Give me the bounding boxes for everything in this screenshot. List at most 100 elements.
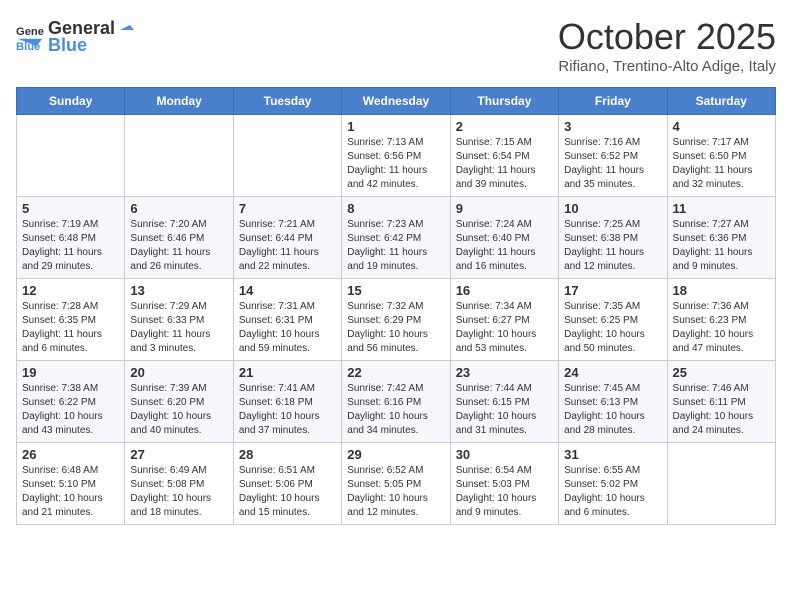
- day-info: Sunrise: 7:41 AMSunset: 6:18 PMDaylight:…: [239, 382, 336, 438]
- day-number: 12: [22, 283, 119, 298]
- calendar-cell: 4 Sunrise: 7:17 AMSunset: 6:50 PMDaylight…: [667, 115, 775, 197]
- day-number: 19: [22, 365, 119, 380]
- day-info: Sunrise: 7:29 AMSunset: 6:33 PMDaylight:…: [130, 300, 227, 356]
- day-number: 31: [564, 447, 661, 462]
- location-subtitle: Rifiano, Trentino-Alto Adige, Italy: [558, 58, 776, 75]
- day-info: Sunrise: 6:48 AMSunset: 5:10 PMDaylight:…: [22, 464, 119, 520]
- day-info: Sunrise: 6:54 AMSunset: 5:03 PMDaylight:…: [456, 464, 553, 520]
- day-number: 5: [22, 201, 119, 216]
- day-info: Sunrise: 7:36 AMSunset: 6:23 PMDaylight:…: [673, 300, 770, 356]
- day-number: 18: [673, 283, 770, 298]
- day-info: Sunrise: 7:13 AMSunset: 6:56 PMDaylight:…: [347, 136, 444, 192]
- day-number: 17: [564, 283, 661, 298]
- day-number: 25: [673, 365, 770, 380]
- day-number: 1: [347, 119, 444, 134]
- calendar-cell: 1 Sunrise: 7:13 AMSunset: 6:56 PMDaylight…: [342, 115, 450, 197]
- day-number: 14: [239, 283, 336, 298]
- day-info: Sunrise: 7:16 AMSunset: 6:52 PMDaylight:…: [564, 136, 661, 192]
- day-number: 23: [456, 365, 553, 380]
- calendar-table: SundayMondayTuesdayWednesdayThursdayFrid…: [16, 87, 776, 525]
- calendar-cell: 19 Sunrise: 7:38 AMSunset: 6:22 PMDayligh…: [17, 361, 125, 443]
- calendar-cell: 24 Sunrise: 7:45 AMSunset: 6:13 PMDayligh…: [559, 361, 667, 443]
- day-number: 4: [673, 119, 770, 134]
- calendar-week-1: 1 Sunrise: 7:13 AMSunset: 6:56 PMDaylight…: [17, 115, 776, 197]
- day-number: 21: [239, 365, 336, 380]
- day-number: 7: [239, 201, 336, 216]
- day-info: Sunrise: 7:24 AMSunset: 6:40 PMDaylight:…: [456, 218, 553, 274]
- day-info: Sunrise: 7:46 AMSunset: 6:11 PMDaylight:…: [673, 382, 770, 438]
- day-info: Sunrise: 6:49 AMSunset: 5:08 PMDaylight:…: [130, 464, 227, 520]
- day-info: Sunrise: 7:35 AMSunset: 6:25 PMDaylight:…: [564, 300, 661, 356]
- calendar-week-5: 26 Sunrise: 6:48 AMSunset: 5:10 PMDayligh…: [17, 443, 776, 525]
- day-info: Sunrise: 7:17 AMSunset: 6:50 PMDaylight:…: [673, 136, 770, 192]
- day-number: 8: [347, 201, 444, 216]
- day-number: 29: [347, 447, 444, 462]
- calendar-cell: 25 Sunrise: 7:46 AMSunset: 6:11 PMDayligh…: [667, 361, 775, 443]
- day-number: 2: [456, 119, 553, 134]
- day-info: Sunrise: 7:45 AMSunset: 6:13 PMDaylight:…: [564, 382, 661, 438]
- calendar-cell: 8 Sunrise: 7:23 AMSunset: 6:42 PMDaylight…: [342, 197, 450, 279]
- calendar-cell: 5 Sunrise: 7:19 AMSunset: 6:48 PMDaylight…: [17, 197, 125, 279]
- logo: General Blue General Blue: [16, 16, 135, 56]
- day-number: 20: [130, 365, 227, 380]
- calendar-cell: 17 Sunrise: 7:35 AMSunset: 6:25 PMDayligh…: [559, 279, 667, 361]
- calendar-cell: 28 Sunrise: 6:51 AMSunset: 5:06 PMDayligh…: [233, 443, 341, 525]
- day-number: 26: [22, 447, 119, 462]
- day-info: Sunrise: 6:51 AMSunset: 5:06 PMDaylight:…: [239, 464, 336, 520]
- day-number: 3: [564, 119, 661, 134]
- title-block: October 2025 Rifiano, Trentino-Alto Adig…: [558, 16, 776, 75]
- calendar-cell: 3 Sunrise: 7:16 AMSunset: 6:52 PMDaylight…: [559, 115, 667, 197]
- calendar-cell: 12 Sunrise: 7:28 AMSunset: 6:35 PMDayligh…: [17, 279, 125, 361]
- day-info: Sunrise: 7:27 AMSunset: 6:36 PMDaylight:…: [673, 218, 770, 274]
- day-info: Sunrise: 7:28 AMSunset: 6:35 PMDaylight:…: [22, 300, 119, 356]
- calendar-cell: 23Sunrise: 7:44 AMSunset: 6:15 PMDayligh…: [450, 361, 558, 443]
- day-info: Sunrise: 7:15 AMSunset: 6:54 PMDaylight:…: [456, 136, 553, 192]
- day-info: Sunrise: 7:21 AMSunset: 6:44 PMDaylight:…: [239, 218, 336, 274]
- calendar-cell: 13 Sunrise: 7:29 AMSunset: 6:33 PMDayligh…: [125, 279, 233, 361]
- calendar-cell: 2 Sunrise: 7:15 AMSunset: 6:54 PMDaylight…: [450, 115, 558, 197]
- calendar-cell: [667, 443, 775, 525]
- month-title: October 2025: [558, 16, 776, 58]
- day-number: 11: [673, 201, 770, 216]
- day-number: 22: [347, 365, 444, 380]
- day-info: Sunrise: 7:34 AMSunset: 6:27 PMDaylight:…: [456, 300, 553, 356]
- calendar-cell: 20 Sunrise: 7:39 AMSunset: 6:20 PMDayligh…: [125, 361, 233, 443]
- calendar-cell: 30Sunrise: 6:54 AMSunset: 5:03 PMDayligh…: [450, 443, 558, 525]
- day-number: 10: [564, 201, 661, 216]
- day-info: Sunrise: 7:23 AMSunset: 6:42 PMDaylight:…: [347, 218, 444, 274]
- day-info: Sunrise: 7:20 AMSunset: 6:46 PMDaylight:…: [130, 218, 227, 274]
- day-info: Sunrise: 7:39 AMSunset: 6:20 PMDaylight:…: [130, 382, 227, 438]
- day-number: 28: [239, 447, 336, 462]
- calendar-cell: 31 Sunrise: 6:55 AMSunset: 5:02 PMDayligh…: [559, 443, 667, 525]
- calendar-week-4: 19 Sunrise: 7:38 AMSunset: 6:22 PMDayligh…: [17, 361, 776, 443]
- calendar-cell: [17, 115, 125, 197]
- calendar-cell: 18 Sunrise: 7:36 AMSunset: 6:23 PMDayligh…: [667, 279, 775, 361]
- weekday-header-tuesday: Tuesday: [233, 88, 341, 115]
- svg-text:Blue: Blue: [16, 41, 40, 50]
- day-number: 13: [130, 283, 227, 298]
- calendar-cell: 9Sunrise: 7:24 AMSunset: 6:40 PMDaylight…: [450, 197, 558, 279]
- logo-icon: General Blue: [16, 22, 44, 50]
- calendar-cell: 29 Sunrise: 6:52 AMSunset: 5:05 PMDayligh…: [342, 443, 450, 525]
- day-info: Sunrise: 7:38 AMSunset: 6:22 PMDaylight:…: [22, 382, 119, 438]
- calendar-cell: 27Sunrise: 6:49 AMSunset: 5:08 PMDayligh…: [125, 443, 233, 525]
- calendar-week-2: 5 Sunrise: 7:19 AMSunset: 6:48 PMDaylight…: [17, 197, 776, 279]
- day-info: Sunrise: 7:31 AMSunset: 6:31 PMDaylight:…: [239, 300, 336, 356]
- calendar-week-3: 12 Sunrise: 7:28 AMSunset: 6:35 PMDayligh…: [17, 279, 776, 361]
- weekday-header-row: SundayMondayTuesdayWednesdayThursdayFrid…: [17, 88, 776, 115]
- day-info: Sunrise: 7:19 AMSunset: 6:48 PMDaylight:…: [22, 218, 119, 274]
- page-header: General Blue General Blue October 2025 R…: [16, 16, 776, 75]
- day-number: 24: [564, 365, 661, 380]
- calendar-cell: 22Sunrise: 7:42 AMSunset: 6:16 PMDayligh…: [342, 361, 450, 443]
- day-info: Sunrise: 7:25 AMSunset: 6:38 PMDaylight:…: [564, 218, 661, 274]
- day-info: Sunrise: 7:32 AMSunset: 6:29 PMDaylight:…: [347, 300, 444, 356]
- calendar-cell: [125, 115, 233, 197]
- svg-text:General: General: [16, 26, 44, 38]
- day-number: 6: [130, 201, 227, 216]
- calendar-cell: 10 Sunrise: 7:25 AMSunset: 6:38 PMDayligh…: [559, 197, 667, 279]
- calendar-cell: 16Sunrise: 7:34 AMSunset: 6:27 PMDayligh…: [450, 279, 558, 361]
- day-info: Sunrise: 6:55 AMSunset: 5:02 PMDaylight:…: [564, 464, 661, 520]
- weekday-header-friday: Friday: [559, 88, 667, 115]
- day-number: 15: [347, 283, 444, 298]
- day-info: Sunrise: 6:52 AMSunset: 5:05 PMDaylight:…: [347, 464, 444, 520]
